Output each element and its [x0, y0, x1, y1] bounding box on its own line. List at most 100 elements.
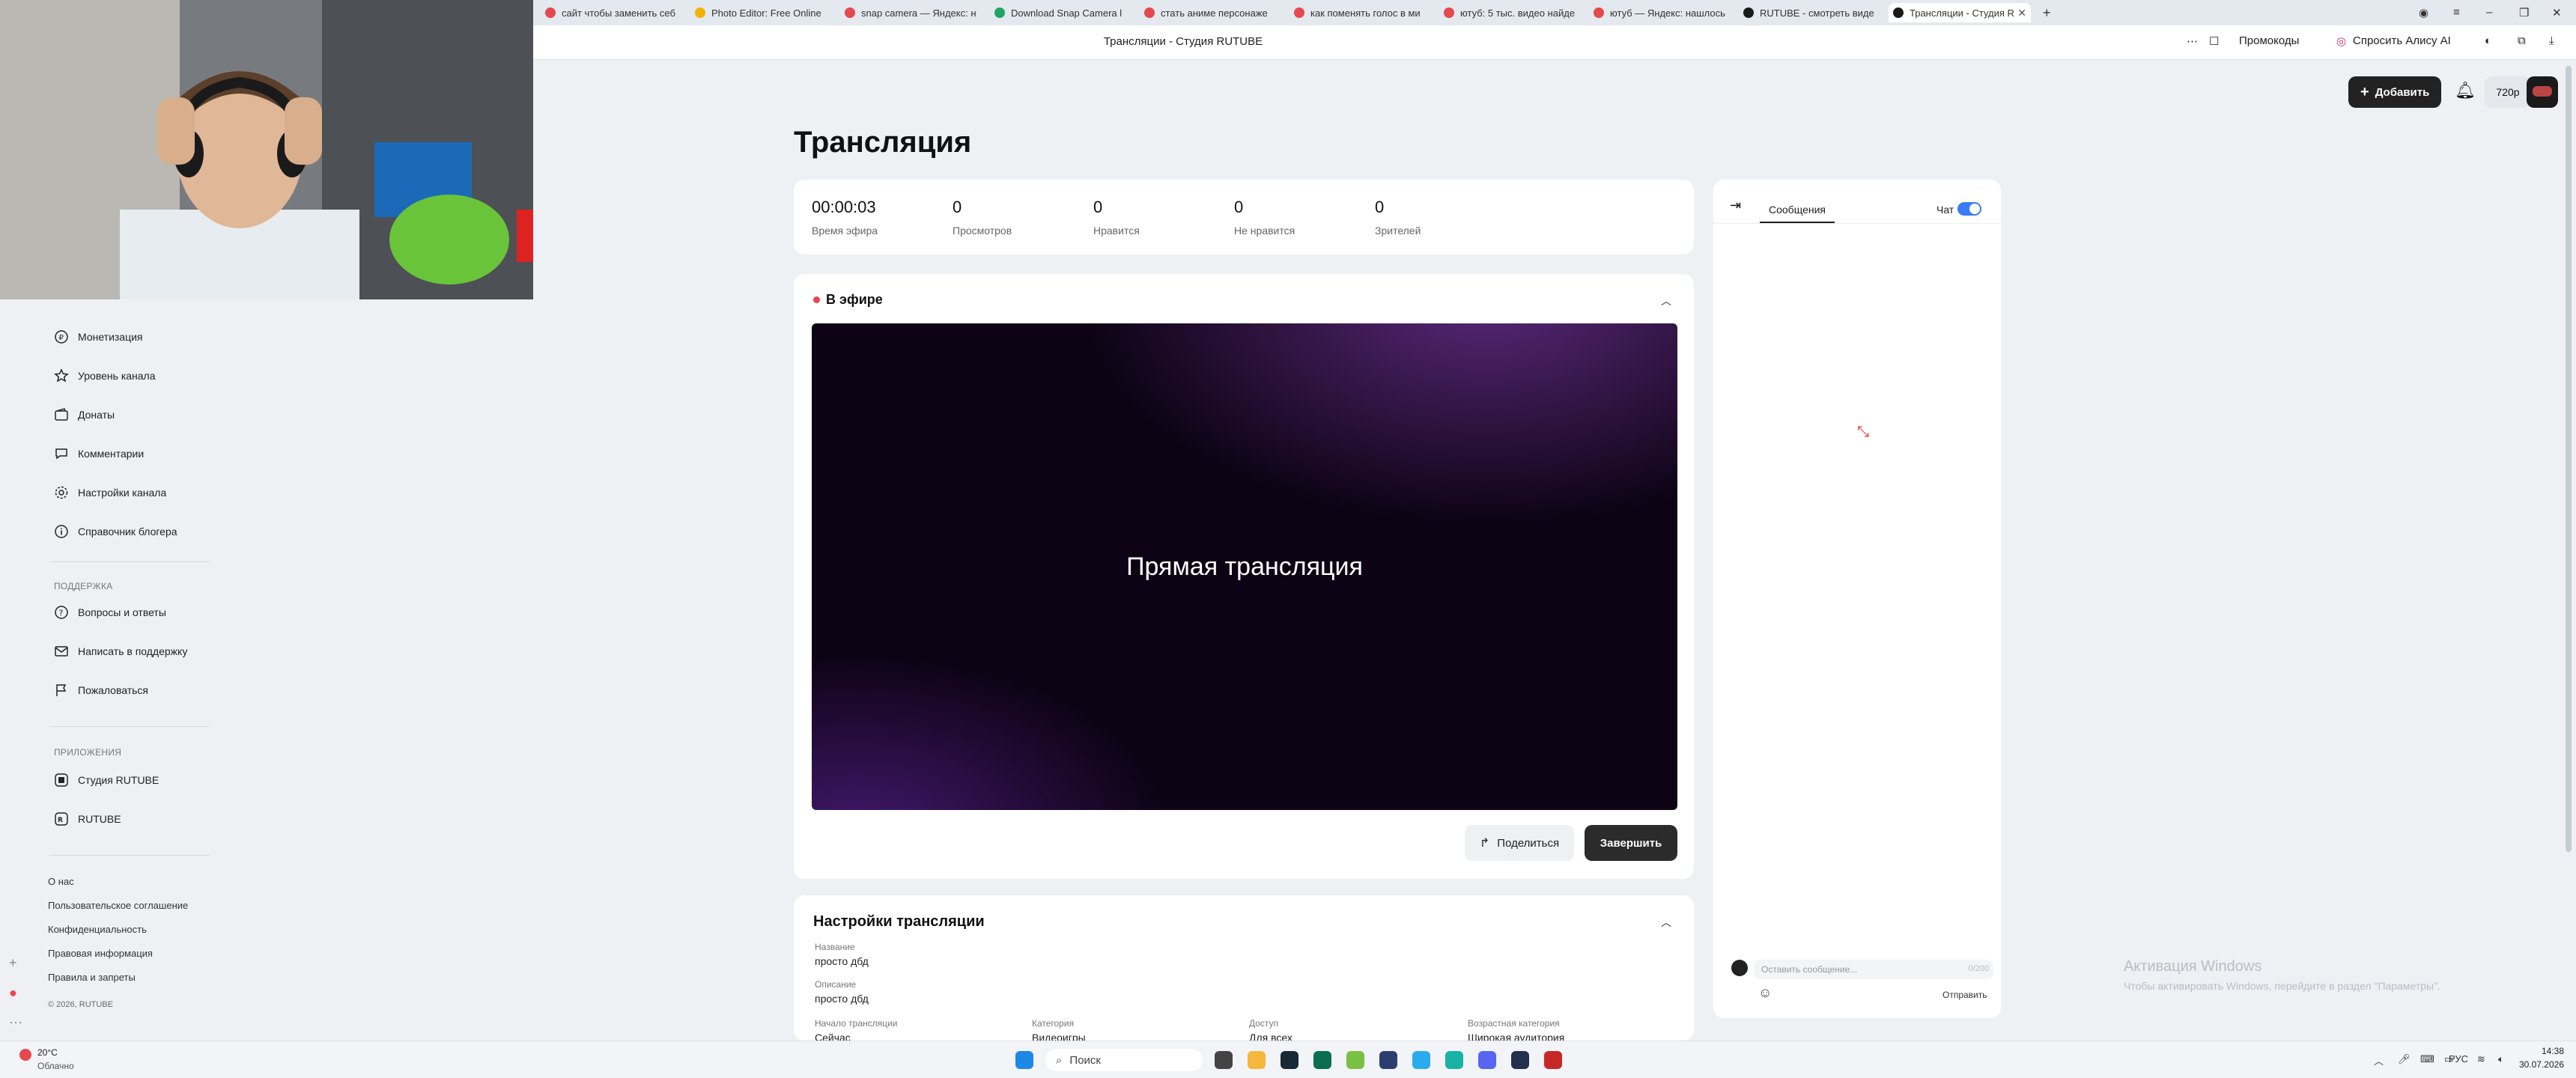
wifi-icon[interactable]: ≋: [2477, 1053, 2485, 1065]
app-icon[interactable]: [1445, 1051, 1463, 1069]
keyboard-icon[interactable]: ⌨: [2420, 1053, 2434, 1065]
footer-link-terms[interactable]: Пользовательское соглашение: [48, 900, 188, 911]
yandex-browser-icon[interactable]: [1379, 1051, 1397, 1069]
emoji-icon[interactable]: ☺: [1758, 985, 1772, 1001]
steam-icon[interactable]: [1281, 1051, 1298, 1069]
sidebar-item-channel-settings[interactable]: Настройки канала: [54, 485, 166, 500]
sidebar-item-contact-support[interactable]: Написать в поддержку: [54, 644, 187, 659]
translate-icon[interactable]: ⧉: [2518, 34, 2526, 47]
browser-tab[interactable]: ютуб: 5 тыс. видео найде: [1439, 3, 1582, 22]
browser-profile-icon[interactable]: ◉: [2419, 6, 2428, 19]
browser-tab[interactable]: snap camera — Яндекс: н: [840, 3, 982, 22]
browser-tab[interactable]: Download Snap Camera l: [990, 3, 1132, 22]
browser-tab[interactable]: Photo Editor: Free Online: [690, 3, 833, 22]
send-button[interactable]: Отправить: [1942, 990, 1987, 1000]
end-stream-button[interactable]: Завершить: [1585, 825, 1677, 861]
menu-icon[interactable]: ≡: [2453, 6, 2460, 19]
footer-link-rules[interactable]: Правила и запреты: [48, 972, 136, 983]
footer-link-about[interactable]: О нас: [48, 876, 74, 887]
more-icon[interactable]: ⋯: [2187, 34, 2198, 48]
window-close-icon[interactable]: ✕: [2552, 6, 2562, 19]
taskbar-search[interactable]: ⌕ Поиск: [1045, 1049, 1203, 1071]
extension-icon[interactable]: ◐: [2485, 34, 2491, 47]
quality-badge[interactable]: 720p: [2485, 76, 2531, 108]
access-label: Доступ: [1249, 1018, 1279, 1029]
tab-messages[interactable]: Сообщения: [1769, 204, 1826, 216]
sidebar-item-donations[interactable]: Донаты: [54, 407, 115, 422]
promo-link[interactable]: Промокоды: [2239, 34, 2299, 47]
restore-icon[interactable]: ❐: [2519, 6, 2529, 19]
sidebar-item-comments[interactable]: Комментарии: [54, 446, 144, 461]
browser-tab-active[interactable]: Трансляции - Студия R ✕: [1889, 3, 2031, 22]
apps-heading: ПРИЛОЖЕНИЯ: [54, 747, 122, 758]
clock-date[interactable]: 30.07.2026: [2510, 1059, 2564, 1070]
rutube-studio-icon: [55, 773, 68, 787]
name-value: просто дбд: [815, 955, 869, 967]
share-button[interactable]: ↱ Поделиться: [1465, 825, 1574, 861]
bell-icon[interactable]: 🔔︎: [2455, 81, 2476, 100]
clock-time[interactable]: 14:38: [2518, 1046, 2564, 1056]
discord-icon[interactable]: [1478, 1051, 1496, 1069]
sidebar-item-channel-level[interactable]: Уровень канала: [54, 368, 156, 383]
sidebar-item-rutube[interactable]: R RUTUBE: [54, 811, 121, 826]
chevron-up-icon[interactable]: ︿: [1661, 915, 1671, 930]
add-icon[interactable]: +: [9, 955, 17, 971]
language-indicator[interactable]: РУС: [2449, 1053, 2468, 1065]
sidebar-item-report[interactable]: Пожаловаться: [54, 683, 148, 698]
alice-icon: ◎: [2336, 35, 2347, 48]
svg-text:R: R: [58, 817, 63, 824]
tab-favicon-icon: [545, 7, 556, 18]
volume-icon[interactable]: 🔈︎: [2498, 1053, 2504, 1065]
stream-preview[interactable]: Прямая трансляция: [812, 323, 1677, 810]
minimize-icon[interactable]: –: [2486, 6, 2492, 19]
settings-card: Настройки трансляции ︿ Название просто д…: [794, 895, 1694, 1041]
file-explorer-icon[interactable]: [1248, 1051, 1266, 1069]
browser-icon[interactable]: [1511, 1051, 1529, 1069]
chat-message-input[interactable]: Оставить сообщение... 0/200: [1754, 960, 1993, 979]
browser-tab[interactable]: RUTUBE - смотреть виде: [1739, 3, 1881, 22]
sidebar-item-monetization[interactable]: ₽ Монетизация: [54, 329, 143, 344]
tray-chevron-icon[interactable]: ︿: [2374, 1053, 2384, 1068]
sidebar-item-rutube-studio[interactable]: Студия RUTUBE: [54, 773, 159, 788]
page-scrollbar[interactable]: [2566, 66, 2572, 852]
avatar[interactable]: [2527, 76, 2558, 108]
app-icon[interactable]: [1544, 1051, 1562, 1069]
app-badge-icon[interactable]: ●: [9, 985, 17, 1001]
sidebar-item-faq[interactable]: ? Вопросы и ответы: [54, 605, 166, 620]
mic-icon[interactable]: 🎤︎: [2398, 1053, 2411, 1065]
chevron-up-icon[interactable]: ︿: [1661, 293, 1671, 308]
weather-desc[interactable]: Облачно: [37, 1061, 74, 1071]
page-title: Трансляция: [794, 126, 972, 159]
browser-tab[interactable]: ютуб — Яндекс: нашлось: [1589, 3, 1731, 22]
browser-tab[interactable]: сайт чтобы заменить себ: [541, 3, 683, 22]
collapse-chat-icon[interactable]: ⇥: [1730, 198, 1741, 213]
bookmark-icon[interactable]: ☐: [2209, 34, 2219, 48]
chat-toggle[interactable]: [1957, 202, 1981, 216]
tab-favicon-icon: [1594, 7, 1604, 18]
telegram-icon[interactable]: [1412, 1051, 1430, 1069]
weather-temp[interactable]: 20°C: [37, 1047, 58, 1058]
add-button[interactable]: + Добавить: [2348, 76, 2442, 108]
chat-avatar: [1731, 960, 1748, 976]
ask-alice-link[interactable]: Спросить Алису AI: [2353, 34, 2451, 47]
browser-tab[interactable]: стать аниме персонаже: [1140, 3, 1282, 22]
task-view-icon[interactable]: [1215, 1051, 1233, 1069]
app-icon[interactable]: [1346, 1051, 1364, 1069]
star-icon: [54, 368, 69, 383]
footer-link-legal[interactable]: Правовая информация: [48, 948, 153, 959]
chat-divider: [1713, 223, 2001, 224]
browser-tab[interactable]: как поменять голос в ми: [1289, 3, 1432, 22]
tab-favicon-icon: [1893, 7, 1904, 18]
rutube-icon: R: [55, 812, 68, 826]
tab-favicon-icon: [695, 7, 705, 18]
stats-card: 00:00:03 Время эфира 0 Просмотров 0 Нравитс…: [794, 180, 1694, 255]
chat-toggle-label: Чат: [1936, 204, 1954, 216]
close-tab-icon[interactable]: ✕: [2017, 7, 2026, 19]
sidebar-item-blogger-guide[interactable]: Справочник блогера: [54, 524, 177, 539]
download-icon[interactable]: ⤓: [2549, 34, 2554, 47]
store-icon[interactable]: [1313, 1051, 1331, 1069]
more-icon[interactable]: ⋯: [9, 1015, 22, 1031]
new-tab-button[interactable]: +: [2038, 3, 2061, 22]
footer-link-privacy[interactable]: Конфиденциальность: [48, 924, 147, 935]
windows-start-icon[interactable]: [1015, 1051, 1033, 1069]
